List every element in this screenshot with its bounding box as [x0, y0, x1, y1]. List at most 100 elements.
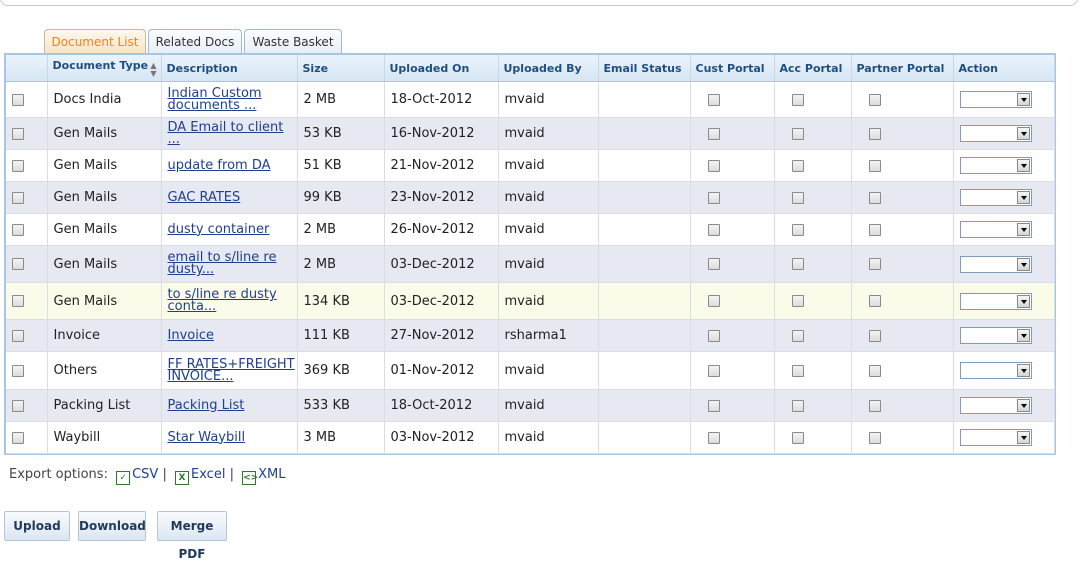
tab-waste-basket[interactable]: Waste Basket [244, 29, 342, 54]
partner-portal-checkbox[interactable] [851, 149, 954, 182]
chevron-down-icon[interactable] [1016, 93, 1030, 106]
column-header-description[interactable]: Description [161, 55, 298, 82]
action-dropdown[interactable] [959, 429, 1032, 446]
table-row[interactable]: Packing List Packing List 533 KB 18-Oct-201… [6, 389, 1055, 422]
row-select-checkbox[interactable] [6, 389, 48, 422]
export-csv-link[interactable]: CSV [132, 467, 158, 482]
action-dropdown[interactable] [959, 91, 1032, 108]
table-row[interactable]: Gen Mails GAC RATES 99 KB 23-Nov-2012 mvaid [6, 181, 1055, 214]
description-link[interactable]: to s/line re dusty conta... [168, 288, 297, 313]
column-header-acc-portal[interactable]: Acc Portal [774, 55, 852, 82]
row-select-checkbox[interactable] [6, 213, 48, 246]
tab-document-list[interactable]: Document List [44, 29, 146, 54]
cust-portal-checkbox[interactable] [690, 282, 775, 320]
partner-portal-checkbox[interactable] [851, 245, 954, 283]
sort-arrows-icon[interactable]: ▲ ▼ [150, 61, 156, 78]
acc-portal-checkbox[interactable] [774, 213, 852, 246]
description-link[interactable]: Star Waybill [168, 431, 297, 444]
row-select-checkbox[interactable] [6, 245, 48, 283]
partner-portal-checkbox[interactable] [851, 117, 954, 150]
export-excel-link[interactable]: Excel [191, 467, 225, 482]
merge-pdf-button[interactable]: Merge PDF [157, 511, 227, 561]
action-dropdown[interactable] [959, 255, 1032, 273]
column-header-cust-portal[interactable]: Cust Portal [690, 55, 775, 82]
csv-file-icon[interactable]: ✓ [116, 471, 131, 485]
action-dropdown[interactable] [959, 221, 1032, 238]
chevron-down-icon[interactable] [1016, 329, 1030, 342]
row-select-checkbox[interactable] [6, 181, 48, 214]
table-row[interactable]: Waybill Star Waybill 3 MB 03-Nov-2012 mvaid [6, 421, 1055, 454]
excel-file-icon[interactable]: X [175, 471, 189, 485]
table-row[interactable]: Gen Mails to s/line re dusty conta... 134 … [6, 282, 1055, 320]
xml-file-icon[interactable]: <> [242, 471, 258, 485]
description-link[interactable]: dusty container [168, 223, 297, 236]
row-select-checkbox[interactable] [6, 351, 48, 390]
row-select-checkbox[interactable] [6, 81, 48, 118]
action-dropdown[interactable] [959, 125, 1032, 142]
partner-portal-checkbox[interactable] [851, 181, 954, 214]
description-link[interactable]: Invoice [168, 329, 297, 342]
partner-portal-checkbox[interactable] [851, 351, 954, 390]
column-header-size[interactable]: Size [297, 55, 385, 82]
description-link[interactable]: DA Email to client ... [168, 121, 297, 146]
cust-portal-checkbox[interactable] [690, 389, 775, 422]
tab-related-docs[interactable]: Related Docs [148, 29, 242, 54]
table-row[interactable]: Invoice Invoice 111 KB 27-Nov-2012 rsharma1 [6, 319, 1055, 352]
action-dropdown[interactable] [959, 327, 1032, 344]
acc-portal-checkbox[interactable] [774, 389, 852, 422]
row-select-checkbox[interactable] [6, 149, 48, 182]
chevron-down-icon[interactable] [1016, 364, 1030, 377]
acc-portal-checkbox[interactable] [774, 181, 852, 214]
export-xml-link[interactable]: XML [258, 467, 285, 482]
chevron-down-icon[interactable] [1016, 159, 1030, 172]
partner-portal-checkbox[interactable] [851, 81, 954, 118]
download-button[interactable]: Download [78, 511, 146, 541]
table-row[interactable]: Docs India Indian Custom documents ... 2 M… [6, 81, 1055, 118]
action-dropdown[interactable] [959, 189, 1032, 206]
chevron-down-icon[interactable] [1016, 431, 1030, 444]
description-link[interactable]: email to s/line re dusty... [168, 251, 297, 276]
acc-portal-checkbox[interactable] [774, 81, 852, 118]
action-dropdown[interactable] [959, 292, 1032, 310]
action-dropdown[interactable] [959, 397, 1032, 414]
description-link[interactable]: Packing List [168, 399, 297, 412]
description-link[interactable]: Indian Custom documents ... [168, 87, 297, 112]
table-row[interactable]: Gen Mails DA Email to client ... 53 KB 16-N… [6, 117, 1055, 150]
table-row[interactable]: Gen Mails email to s/line re dusty... 2 MB… [6, 245, 1055, 283]
row-select-checkbox[interactable] [6, 282, 48, 320]
cust-portal-checkbox[interactable] [690, 117, 775, 150]
column-header-document-type[interactable]: Document Type ▲ ▼ [47, 55, 162, 82]
cust-portal-checkbox[interactable] [690, 319, 775, 352]
chevron-down-icon[interactable] [1016, 223, 1030, 236]
column-header-uploaded-on[interactable]: Uploaded On [384, 55, 499, 82]
chevron-down-icon[interactable] [1016, 191, 1030, 204]
partner-portal-checkbox[interactable] [851, 213, 954, 246]
row-select-checkbox[interactable] [6, 117, 48, 150]
acc-portal-checkbox[interactable] [774, 149, 852, 182]
chevron-down-icon[interactable] [1016, 294, 1030, 308]
acc-portal-checkbox[interactable] [774, 319, 852, 352]
column-header-partner-portal[interactable]: Partner Portal [851, 55, 954, 82]
table-row[interactable]: Gen Mails dusty container 2 MB 26-Nov-2012 m… [6, 213, 1055, 246]
row-select-checkbox[interactable] [6, 421, 48, 454]
description-link[interactable]: update from DA [168, 159, 297, 172]
action-dropdown[interactable] [959, 157, 1032, 174]
action-dropdown[interactable] [959, 362, 1032, 379]
chevron-down-icon[interactable] [1016, 127, 1030, 140]
description-link[interactable]: FF RATES+FREIGHT INVOICE... [168, 358, 297, 383]
upload-button[interactable]: Upload [4, 511, 70, 541]
column-header-email-status[interactable]: Email Status [598, 55, 691, 82]
acc-portal-checkbox[interactable] [774, 421, 852, 454]
chevron-down-icon[interactable] [1016, 257, 1030, 271]
acc-portal-checkbox[interactable] [774, 282, 852, 320]
cust-portal-checkbox[interactable] [690, 421, 775, 454]
acc-portal-checkbox[interactable] [774, 245, 852, 283]
row-select-checkbox[interactable] [6, 319, 48, 352]
table-row[interactable]: Gen Mails update from DA 51 KB 21-Nov-2012 m… [6, 149, 1055, 182]
acc-portal-checkbox[interactable] [774, 351, 852, 390]
cust-portal-checkbox[interactable] [690, 181, 775, 214]
cust-portal-checkbox[interactable] [690, 149, 775, 182]
chevron-down-icon[interactable] [1016, 399, 1030, 412]
cust-portal-checkbox[interactable] [690, 81, 775, 118]
column-header-uploaded-by[interactable]: Uploaded By [498, 55, 599, 82]
